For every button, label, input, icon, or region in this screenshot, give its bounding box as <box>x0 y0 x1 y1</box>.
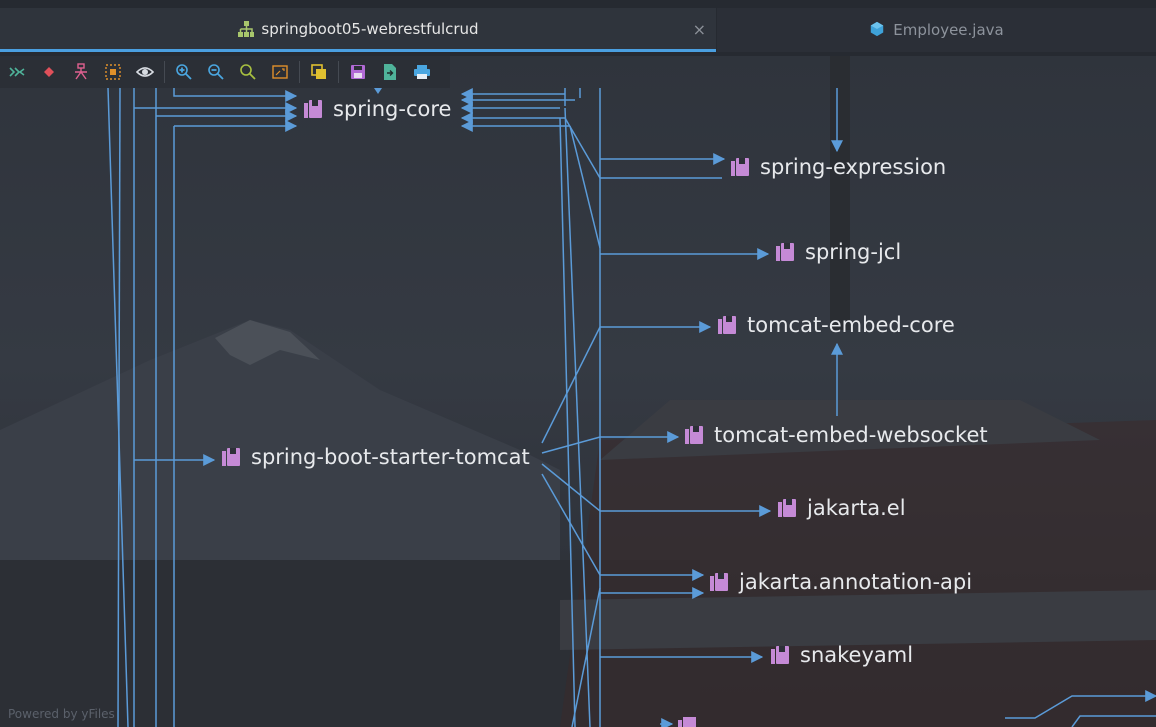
fit-content-icon[interactable] <box>267 59 293 85</box>
node-label: spring-boot-starter-tomcat <box>251 445 530 469</box>
diagram-toolbar <box>0 56 450 88</box>
group-icon[interactable] <box>100 59 126 85</box>
node-jakarta-annotation-api[interactable]: jakarta.annotation-api <box>708 570 972 594</box>
zoom-out-icon[interactable] <box>203 59 229 85</box>
library-icon <box>710 573 728 591</box>
save-icon[interactable] <box>345 59 371 85</box>
library-icon <box>776 243 794 261</box>
actual-size-icon[interactable] <box>235 59 261 85</box>
tab-employee-java[interactable]: Employee.java <box>717 8 1156 52</box>
node-label: jakarta.el <box>807 496 906 520</box>
close-icon[interactable]: × <box>693 20 706 39</box>
show-icon[interactable] <box>132 59 158 85</box>
node-spring-boot-starter-tomcat[interactable]: spring-boot-starter-tomcat <box>220 445 530 469</box>
node-spring-expression[interactable]: spring-expression <box>729 155 946 179</box>
node-label: jakarta.annotation-api <box>739 570 973 594</box>
dependency-graph[interactable]: spring-core spring-expression spring-jcl… <box>0 88 1156 727</box>
tab-label: springboot05-webrestfulcrud <box>261 19 479 38</box>
export-icon[interactable] <box>306 59 332 85</box>
watermark: Powered by yFiles <box>8 707 115 721</box>
library-icon <box>222 448 240 466</box>
toolbar-separator <box>338 61 339 83</box>
editor-tab-bar: springboot05-webrestfulcrud × Employee.j… <box>0 0 1156 56</box>
export-file-icon[interactable] <box>377 59 403 85</box>
library-icon <box>718 316 736 334</box>
node-label: tomcat-embed-core <box>747 313 955 337</box>
library-icon <box>685 426 703 444</box>
node-label: snakeyaml <box>800 643 914 667</box>
library-icon <box>778 499 796 517</box>
tab-dependency-diagram[interactable]: springboot05-webrestfulcrud × <box>0 8 716 52</box>
library-icon <box>771 646 789 664</box>
print-icon[interactable] <box>409 59 435 85</box>
library-icon <box>304 100 322 118</box>
select-node-icon[interactable] <box>36 59 62 85</box>
tab-label: Employee.java <box>893 21 1004 39</box>
zoom-in-icon[interactable] <box>171 59 197 85</box>
node-label: tomcat-embed-websocket <box>714 423 988 447</box>
java-class-icon <box>869 21 887 39</box>
node-jakarta-el[interactable]: jakarta.el <box>776 496 906 520</box>
node-label: spring-expression <box>760 155 947 179</box>
hierarchy-icon <box>237 20 255 38</box>
node-tomcat-embed-websocket[interactable]: tomcat-embed-websocket <box>683 423 988 447</box>
node-spring-core[interactable]: spring-core <box>302 97 451 121</box>
toolbar-separator <box>299 61 300 83</box>
dependency-edges <box>107 88 1156 727</box>
layout-icon[interactable] <box>68 59 94 85</box>
library-icon <box>731 158 749 176</box>
toolbar-separator <box>164 61 165 83</box>
node-tomcat-embed-core[interactable]: tomcat-embed-core <box>716 313 955 337</box>
node-spring-jcl[interactable]: spring-jcl <box>774 240 901 264</box>
node-snakeyaml[interactable]: snakeyaml <box>769 643 913 667</box>
node-label: spring-core <box>333 97 452 121</box>
library-icon <box>678 717 696 727</box>
expand-all-icon[interactable] <box>4 59 30 85</box>
node-label: spring-jcl <box>805 240 902 264</box>
